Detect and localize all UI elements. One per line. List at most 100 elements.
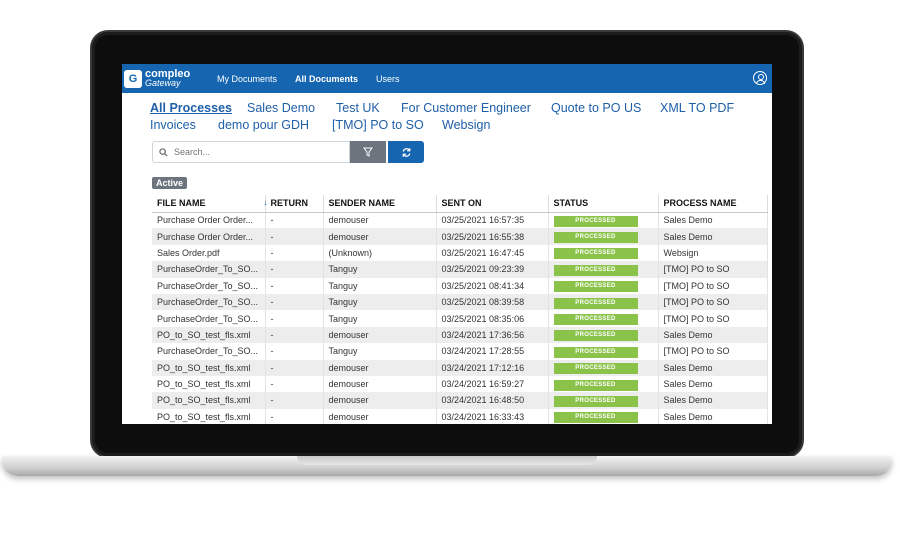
cell-return: - — [265, 359, 324, 376]
laptop-notch — [297, 456, 597, 465]
table-row[interactable]: PO_to_SO_test_fls.xml - demouser 03/24/2021… — [152, 392, 768, 409]
user-icon[interactable] — [753, 71, 767, 85]
cell-process-name: Sales Demo — [658, 392, 768, 409]
status-filter-badge[interactable]: Active — [152, 177, 188, 189]
tab-xml-to-pdf[interactable]: XML TO PDF — [660, 101, 734, 115]
nav-users[interactable]: Users — [376, 74, 400, 84]
top-navbar: G compleo Gateway My Documents All Docum… — [122, 64, 772, 93]
cell-sender-name: (Unknown) — [323, 244, 437, 262]
nav-all-documents[interactable]: All Documents — [295, 74, 358, 84]
cell-file-name: Purchase Order Order... — [152, 228, 266, 245]
logo-mark-icon: G — [124, 69, 142, 88]
cell-process-name: Sales Demo — [658, 408, 768, 424]
table-row[interactable]: Purchase Order Order... - demouser 03/25/20… — [152, 228, 768, 245]
tab-for-customer-engineer[interactable]: For Customer Engineer — [401, 101, 531, 115]
cell-sender-name: Tanguy — [323, 343, 437, 360]
cell-status: PROCESSED — [548, 326, 659, 344]
cell-sent-on: 03/25/2021 09:23:39 — [436, 261, 549, 278]
documents-table: FILE NAME ↓ RETURN SENDER NAME SENT ON ST… — [152, 195, 768, 424]
cell-sender-name: Tanguy — [323, 277, 437, 294]
cell-return: - — [265, 310, 324, 327]
cell-sender-name: demouser — [323, 326, 437, 344]
table-row[interactable]: PurchaseOrder_To_SO... - Tanguy 03/25/2021 … — [152, 261, 768, 278]
cell-file-name: PO_to_SO_test_fls.xml — [152, 392, 266, 409]
app-logo[interactable]: G compleo Gateway — [124, 68, 214, 88]
cell-status: PROCESSED — [548, 244, 659, 262]
cell-return: - — [265, 212, 324, 229]
logo-subtitle: Gateway — [145, 77, 181, 88]
table-row[interactable]: PO_to_SO_test_fls.xml - demouser 03/24/2021… — [152, 359, 768, 376]
cell-process-name: Websign — [658, 244, 768, 262]
cell-process-name: [TMO] PO to SO — [658, 293, 768, 311]
status-badge: PROCESSED — [553, 363, 638, 375]
search-input[interactable] — [174, 147, 334, 157]
cell-file-name: PurchaseOrder_To_SO... — [152, 343, 266, 360]
cell-sender-name: demouser — [323, 212, 437, 229]
tab-test-uk[interactable]: Test UK — [336, 101, 380, 115]
cell-sent-on: 03/24/2021 17:12:16 — [436, 359, 549, 376]
cell-status: PROCESSED — [548, 310, 659, 327]
tab-tmo-po-to-so[interactable]: [TMO] PO to SO — [332, 118, 424, 132]
cell-file-name: PurchaseOrder_To_SO... — [152, 310, 266, 327]
search-field[interactable] — [152, 141, 350, 163]
status-badge: PROCESSED — [553, 281, 638, 293]
col-file-name[interactable]: FILE NAME ↓ — [152, 195, 268, 213]
cell-sent-on: 03/24/2021 16:33:43 — [436, 408, 549, 424]
table-row[interactable]: PurchaseOrder_To_SO... - Tanguy 03/25/2021 … — [152, 293, 768, 311]
col-sender-name[interactable]: SENDER NAME — [323, 195, 437, 213]
refresh-icon — [402, 147, 410, 157]
cell-return: - — [265, 261, 324, 278]
cell-status: PROCESSED — [548, 408, 659, 424]
cell-file-name: PurchaseOrder_To_SO... — [152, 261, 266, 278]
col-sent-on[interactable]: SENT ON — [436, 195, 549, 213]
refresh-button[interactable] — [388, 141, 424, 163]
table-row[interactable]: PurchaseOrder_To_SO... - Tanguy 03/24/2021 … — [152, 343, 768, 360]
cell-return: - — [265, 408, 324, 424]
table-row[interactable]: Purchase Order Order... - demouser 03/25/20… — [152, 212, 768, 229]
cell-process-name: [TMO] PO to SO — [658, 261, 768, 278]
tab-all-processes[interactable]: All Processes — [150, 101, 232, 115]
tab-sales-demo[interactable]: Sales Demo — [247, 101, 315, 115]
nav-my-documents[interactable]: My Documents — [217, 74, 277, 84]
tab-websign[interactable]: Websign — [442, 118, 490, 132]
tab-demo-pour-gdh[interactable]: demo pour GDH — [218, 118, 309, 132]
status-badge: PROCESSED — [553, 314, 638, 326]
cell-file-name: PurchaseOrder_To_SO... — [152, 293, 266, 311]
col-return[interactable]: RETURN — [265, 195, 324, 213]
table-row[interactable]: PO_to_SO_test_fls.xml - demouser 03/24/2021… — [152, 375, 768, 393]
status-badge: PROCESSED — [553, 412, 638, 424]
cell-process-name: [TMO] PO to SO — [658, 277, 768, 294]
col-process-name[interactable]: PROCESS NAME — [658, 195, 768, 213]
tab-quote-to-po-us[interactable]: Quote to PO US — [551, 101, 641, 115]
cell-status: PROCESSED — [548, 277, 659, 294]
cell-sender-name: demouser — [323, 392, 437, 409]
cell-process-name: Sales Demo — [658, 375, 768, 393]
table-row[interactable]: PurchaseOrder_To_SO... - Tanguy 03/25/2021 … — [152, 310, 768, 327]
filter-button[interactable] — [350, 141, 386, 163]
status-badge: PROCESSED — [553, 297, 638, 309]
cell-file-name: Sales Order.pdf — [152, 244, 266, 262]
status-badge: PROCESSED — [553, 232, 638, 244]
cell-process-name: Sales Demo — [658, 326, 768, 344]
table-row[interactable]: Sales Order.pdf - (Unknown) 03/25/2021 16:4… — [152, 244, 768, 262]
cell-sent-on: 03/25/2021 08:39:58 — [436, 293, 549, 311]
cell-return: - — [265, 228, 324, 245]
table-row[interactable]: PO_to_SO_test_fls.xml - demouser 03/24/2021… — [152, 408, 768, 424]
cell-process-name: [TMO] PO to SO — [658, 343, 768, 360]
cell-return: - — [265, 244, 324, 262]
cell-return: - — [265, 375, 324, 393]
cell-status: PROCESSED — [548, 261, 659, 278]
tab-invoices[interactable]: Invoices — [150, 118, 196, 132]
table-row[interactable]: PurchaseOrder_To_SO... - Tanguy 03/25/2021 … — [152, 277, 768, 294]
col-status[interactable]: STATUS — [548, 195, 659, 213]
cell-status: PROCESSED — [548, 375, 659, 393]
cell-status: PROCESSED — [548, 228, 659, 245]
status-badge: PROCESSED — [553, 379, 638, 391]
cell-sender-name: demouser — [323, 359, 437, 376]
cell-status: PROCESSED — [548, 359, 659, 376]
cell-sent-on: 03/25/2021 08:41:34 — [436, 277, 549, 294]
cell-return: - — [265, 293, 324, 311]
table-row[interactable]: PO_to_SO_test_fls.xml - demouser 03/24/2021… — [152, 326, 768, 344]
cell-sender-name: demouser — [323, 375, 437, 393]
cell-file-name: PurchaseOrder_To_SO... — [152, 277, 266, 294]
